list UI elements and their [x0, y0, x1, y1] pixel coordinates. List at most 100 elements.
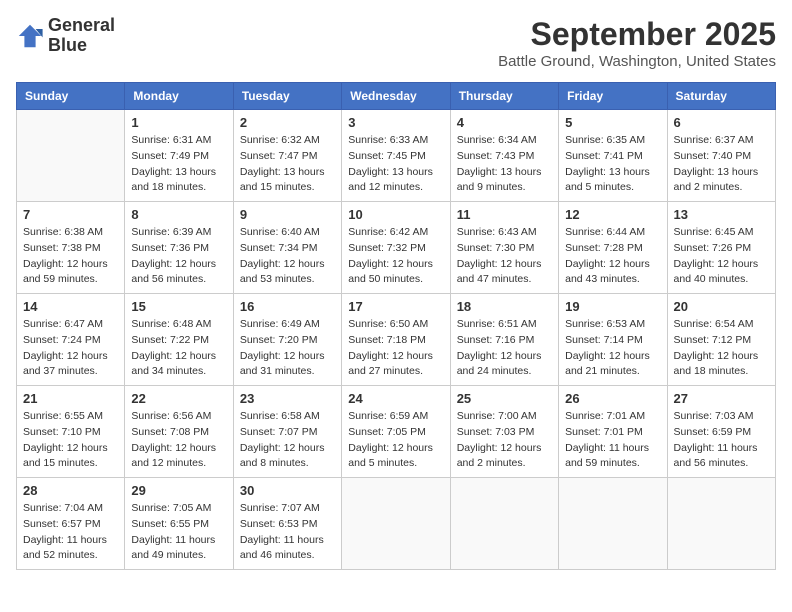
- calendar-cell: 25Sunrise: 7:00 AM Sunset: 7:03 PM Dayli…: [450, 386, 558, 478]
- calendar-cell: 8 Sunrise: 6:39 AM Sunset: 7:36 PM Daylig…: [125, 202, 233, 294]
- day-info: Sunrise: 6:45 AM Sunset: 7:26 PM Dayligh…: [674, 225, 769, 288]
- calendar-cell: 7 Sunrise: 6:38 AM Sunset: 7:38 PM Daylig…: [17, 202, 125, 294]
- calendar-cell: [667, 478, 775, 570]
- day-number: 30: [240, 483, 335, 498]
- calendar-cell: 5 Sunrise: 6:35 AM Sunset: 7:41 PM Daylig…: [559, 110, 667, 202]
- calendar-cell: 21 Sunrise: 6:55 AM Sunset: 7:10 PM Dayli…: [17, 386, 125, 478]
- day-number: 20: [674, 299, 769, 314]
- calendar-cell: 13 Sunrise: 6:45 AM Sunset: 7:26 PM Dayli…: [667, 202, 775, 294]
- calendar-cell: 28 Sunrise: 7:04 AM Sunset: 6:57 PM Dayli…: [17, 478, 125, 570]
- day-info: Sunrise: 6:38 AM Sunset: 7:38 PM Dayligh…: [23, 225, 118, 288]
- calendar-cell: 4 Sunrise: 6:34 AM Sunset: 7:43 PM Daylig…: [450, 110, 558, 202]
- calendar-cell: 23Sunrise: 6:58 AM Sunset: 7:07 PM Dayli…: [233, 386, 341, 478]
- calendar-cell: 22 Sunrise: 6:56 AM Sunset: 7:08 PM Dayli…: [125, 386, 233, 478]
- calendar-cell: 20 Sunrise: 6:54 AM Sunset: 7:12 PM Dayli…: [667, 294, 775, 386]
- calendar-cell: 9 Sunrise: 6:40 AM Sunset: 7:34 PM Daylig…: [233, 202, 341, 294]
- day-number: 26: [565, 391, 660, 406]
- page-header: General Blue September 2025 Battle Groun…: [16, 16, 776, 70]
- day-number: 8: [131, 207, 226, 222]
- day-number: 19: [565, 299, 660, 314]
- day-number: 25: [457, 391, 552, 406]
- day-info: Sunrise: 6:54 AM Sunset: 7:12 PM Dayligh…: [674, 317, 769, 380]
- day-number: 7: [23, 207, 118, 222]
- day-number: 12: [565, 207, 660, 222]
- day-number: 22: [131, 391, 226, 406]
- day-info: Sunrise: 6:35 AM Sunset: 7:41 PM Dayligh…: [565, 133, 660, 196]
- calendar-cell: 17 Sunrise: 6:50 AM Sunset: 7:18 PM Dayli…: [342, 294, 450, 386]
- calendar-cell: 1Sunrise: 6:31 AM Sunset: 7:49 PM Daylig…: [125, 110, 233, 202]
- day-info: Sunrise: 6:50 AM Sunset: 7:18 PM Dayligh…: [348, 317, 443, 380]
- logo-text: General Blue: [48, 16, 115, 56]
- day-info: Sunrise: 7:05 AM Sunset: 6:55 PM Dayligh…: [131, 501, 226, 564]
- calendar-week-2: 7 Sunrise: 6:38 AM Sunset: 7:38 PM Daylig…: [17, 202, 776, 294]
- calendar-cell: 12 Sunrise: 6:44 AM Sunset: 7:28 PM Dayli…: [559, 202, 667, 294]
- day-number: 11: [457, 207, 552, 222]
- day-number: 9: [240, 207, 335, 222]
- day-info: Sunrise: 6:37 AM Sunset: 7:40 PM Dayligh…: [674, 133, 769, 196]
- day-number: 28: [23, 483, 118, 498]
- calendar-cell: [450, 478, 558, 570]
- day-info: Sunrise: 6:53 AM Sunset: 7:14 PM Dayligh…: [565, 317, 660, 380]
- calendar-table: SundayMondayTuesdayWednesdayThursdayFrid…: [16, 82, 776, 570]
- day-number: 10: [348, 207, 443, 222]
- header-monday: Monday: [125, 83, 233, 110]
- calendar-week-1: 1Sunrise: 6:31 AM Sunset: 7:49 PM Daylig…: [17, 110, 776, 202]
- calendar-cell: 18 Sunrise: 6:51 AM Sunset: 7:16 PM Dayli…: [450, 294, 558, 386]
- day-number: 17: [348, 299, 443, 314]
- calendar-header-row: SundayMondayTuesdayWednesdayThursdayFrid…: [17, 83, 776, 110]
- day-info: Sunrise: 6:44 AM Sunset: 7:28 PM Dayligh…: [565, 225, 660, 288]
- day-number: 23: [240, 391, 335, 406]
- day-number: 2: [240, 115, 335, 130]
- day-info: Sunrise: 6:47 AM Sunset: 7:24 PM Dayligh…: [23, 317, 118, 380]
- logo-icon: [16, 22, 44, 50]
- title-block: September 2025 Battle Ground, Washington…: [498, 16, 776, 70]
- header-sunday: Sunday: [17, 83, 125, 110]
- header-tuesday: Tuesday: [233, 83, 341, 110]
- day-info: Sunrise: 6:48 AM Sunset: 7:22 PM Dayligh…: [131, 317, 226, 380]
- day-info: Sunrise: 7:04 AM Sunset: 6:57 PM Dayligh…: [23, 501, 118, 564]
- day-number: 29: [131, 483, 226, 498]
- calendar-week-3: 14 Sunrise: 6:47 AM Sunset: 7:24 PM Dayli…: [17, 294, 776, 386]
- day-info: Sunrise: 6:56 AM Sunset: 7:08 PM Dayligh…: [131, 409, 226, 472]
- day-number: 5: [565, 115, 660, 130]
- day-number: 6: [674, 115, 769, 130]
- logo: General Blue: [16, 16, 115, 56]
- calendar-cell: 30 Sunrise: 7:07 AM Sunset: 6:53 PM Dayli…: [233, 478, 341, 570]
- day-info: Sunrise: 7:03 AM Sunset: 6:59 PM Dayligh…: [674, 409, 769, 472]
- day-number: 16: [240, 299, 335, 314]
- day-info: Sunrise: 6:40 AM Sunset: 7:34 PM Dayligh…: [240, 225, 335, 288]
- day-info: Sunrise: 7:07 AM Sunset: 6:53 PM Dayligh…: [240, 501, 335, 564]
- calendar-cell: 11 Sunrise: 6:43 AM Sunset: 7:30 PM Dayli…: [450, 202, 558, 294]
- day-info: Sunrise: 6:33 AM Sunset: 7:45 PM Dayligh…: [348, 133, 443, 196]
- calendar-cell: 15 Sunrise: 6:48 AM Sunset: 7:22 PM Dayli…: [125, 294, 233, 386]
- day-info: Sunrise: 6:49 AM Sunset: 7:20 PM Dayligh…: [240, 317, 335, 380]
- day-info: Sunrise: 6:42 AM Sunset: 7:32 PM Dayligh…: [348, 225, 443, 288]
- day-number: 14: [23, 299, 118, 314]
- day-number: 27: [674, 391, 769, 406]
- calendar-cell: 26Sunrise: 7:01 AM Sunset: 7:01 PM Dayli…: [559, 386, 667, 478]
- day-number: 1: [131, 115, 226, 130]
- day-number: 21: [23, 391, 118, 406]
- day-number: 15: [131, 299, 226, 314]
- day-info: Sunrise: 6:32 AM Sunset: 7:47 PM Dayligh…: [240, 133, 335, 196]
- day-info: Sunrise: 6:43 AM Sunset: 7:30 PM Dayligh…: [457, 225, 552, 288]
- day-info: Sunrise: 6:55 AM Sunset: 7:10 PM Dayligh…: [23, 409, 118, 472]
- day-info: Sunrise: 6:34 AM Sunset: 7:43 PM Dayligh…: [457, 133, 552, 196]
- calendar-cell: 24 Sunrise: 6:59 AM Sunset: 7:05 PM Dayli…: [342, 386, 450, 478]
- calendar-cell: [17, 110, 125, 202]
- day-info: Sunrise: 6:51 AM Sunset: 7:16 PM Dayligh…: [457, 317, 552, 380]
- calendar-cell: 29 Sunrise: 7:05 AM Sunset: 6:55 PM Dayli…: [125, 478, 233, 570]
- day-number: 18: [457, 299, 552, 314]
- day-info: Sunrise: 6:39 AM Sunset: 7:36 PM Dayligh…: [131, 225, 226, 288]
- day-info: Sunrise: 6:59 AM Sunset: 7:05 PM Dayligh…: [348, 409, 443, 472]
- location: Battle Ground, Washington, United States: [498, 53, 776, 70]
- calendar-cell: [559, 478, 667, 570]
- month-title: September 2025: [498, 16, 776, 53]
- day-number: 13: [674, 207, 769, 222]
- calendar-cell: 16 Sunrise: 6:49 AM Sunset: 7:20 PM Dayli…: [233, 294, 341, 386]
- day-number: 24: [348, 391, 443, 406]
- header-friday: Friday: [559, 83, 667, 110]
- day-number: 4: [457, 115, 552, 130]
- header-saturday: Saturday: [667, 83, 775, 110]
- header-wednesday: Wednesday: [342, 83, 450, 110]
